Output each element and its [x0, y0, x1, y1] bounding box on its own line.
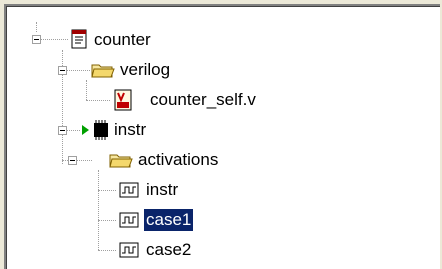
- tree-item-counter-self[interactable]: counter_self.v: [148, 89, 258, 111]
- tree-line: [98, 190, 116, 191]
- tree-line: [36, 22, 37, 32]
- waveform-icon: [118, 179, 140, 201]
- tree-line: [62, 160, 92, 161]
- tree-line: [98, 170, 99, 250]
- waveform-icon: [118, 239, 140, 261]
- collapse-toggle[interactable]: [58, 126, 67, 135]
- tree-line: [98, 250, 116, 251]
- tree-item-case2[interactable]: case2: [144, 239, 193, 261]
- folder-icon: [108, 149, 133, 171]
- document-icon: [68, 28, 90, 50]
- tree-item-case1[interactable]: case1: [144, 209, 194, 231]
- tree-item-counter[interactable]: counter: [92, 29, 153, 51]
- tree-item-instr[interactable]: instr: [112, 119, 148, 141]
- tree-line: [86, 80, 87, 100]
- collapse-toggle[interactable]: [58, 66, 67, 75]
- tree-line: [86, 100, 110, 101]
- chip-icon: [90, 119, 112, 141]
- tree-item-verilog[interactable]: verilog: [118, 59, 172, 81]
- tree-line: [98, 220, 116, 221]
- collapse-toggle[interactable]: [32, 35, 41, 44]
- folder-icon: [90, 59, 115, 81]
- tree-item-activations[interactable]: activations: [136, 149, 220, 171]
- play-arrow-icon: [80, 119, 90, 141]
- collapse-toggle[interactable]: [68, 156, 77, 165]
- waveform-icon: [118, 209, 140, 231]
- verilog-file-icon: [112, 89, 134, 111]
- tree-item-activation-instr[interactable]: instr: [144, 179, 180, 201]
